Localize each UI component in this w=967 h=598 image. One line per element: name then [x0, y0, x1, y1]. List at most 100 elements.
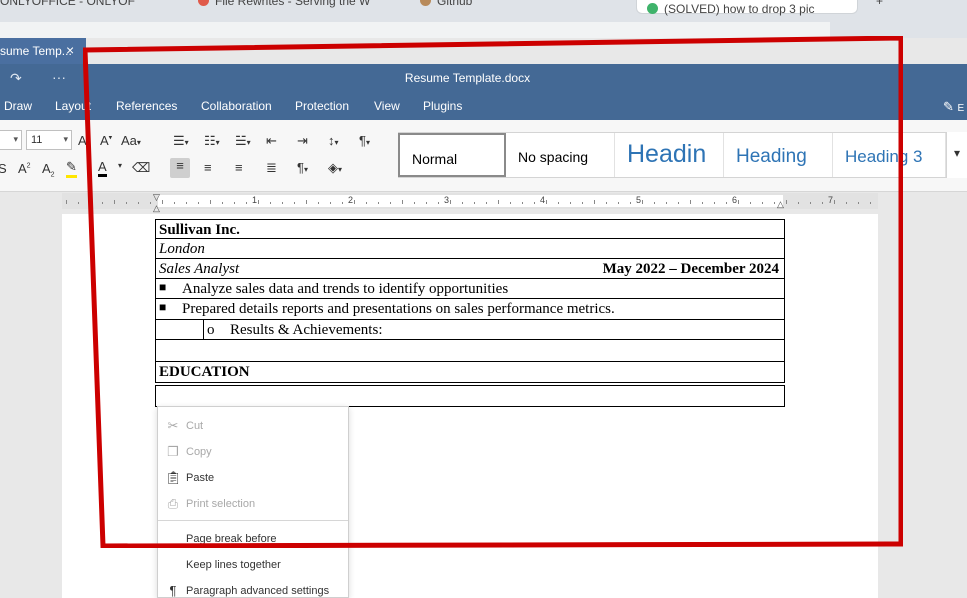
chevron-down-icon[interactable]: ▾	[118, 161, 122, 170]
menu-item-copy[interactable]: ❐ Copy	[158, 441, 348, 463]
font-size-combo[interactable]: 11 ▾	[26, 130, 72, 150]
browser-tab-label: File Rewrites - Serving the W	[215, 0, 371, 8]
company-name: Sullivan Inc.	[159, 222, 240, 238]
document-tab[interactable]: sume Temp... ×	[0, 38, 86, 64]
right-indent-marker-icon[interactable]: △	[777, 199, 784, 210]
browser-tab-active[interactable]: (SOLVED) how to drop 3 pic	[636, 0, 858, 16]
ruler-tick	[366, 202, 367, 204]
strikethrough-icon[interactable]: S	[0, 161, 7, 176]
table-row[interactable]: EDUCATION	[155, 362, 785, 383]
font-name-combo[interactable]: ▾	[0, 130, 22, 150]
chevron-down-icon[interactable]: ▾	[946, 132, 967, 178]
menu-plugins[interactable]: Plugins	[423, 99, 462, 113]
menu-item-label: Print selection	[186, 498, 256, 510]
menu-collaboration[interactable]: Collaboration	[201, 99, 272, 113]
ruler-tick	[102, 202, 103, 204]
text-direction-icon[interactable]: ¶▾	[297, 160, 308, 175]
ruler-tick	[258, 200, 259, 204]
ruler-tick	[150, 202, 151, 204]
paste-icon: 📋︎	[165, 470, 182, 485]
menu-layout[interactable]: Layout	[55, 99, 91, 113]
menu-view[interactable]: View	[374, 99, 400, 113]
menu-item-keep-lines-together[interactable]: Keep lines together	[158, 554, 348, 576]
align-left-icon[interactable]: ≡	[170, 158, 190, 178]
font-color-icon[interactable]: A	[98, 159, 107, 177]
ruler-tick	[858, 202, 859, 204]
menu-item-label: Paste	[186, 472, 215, 484]
ruler-tick	[702, 202, 703, 204]
browser-tab[interactable]: Github	[420, 0, 472, 14]
toolbar: ▾ 11 ▾ A▴ A▾ Aa▾ ☰▾ ☷▾ ☱▾ ⇤ ⇥ ↕▾ ¶▾ S A2 …	[0, 120, 967, 192]
subscript-icon[interactable]: A2	[42, 161, 55, 179]
table-row[interactable]: Sales Analyst May 2022 – December 2024	[155, 259, 785, 279]
ruler-tick	[870, 202, 871, 204]
screen: ONLYOFFICE - ONLYOF File Rewrites - Serv…	[0, 0, 967, 598]
menu-item-page-break-before[interactable]: Page break before	[158, 528, 348, 550]
browser-tab[interactable]: File Rewrites - Serving the W	[198, 0, 370, 14]
browser-tab[interactable]: ONLYOFFICE - ONLYOF	[0, 0, 135, 14]
clear-formatting-icon[interactable]: ⌫	[132, 160, 150, 176]
paragraph-icon: ¶	[169, 583, 177, 598]
cell-divider	[203, 320, 204, 339]
edit-icon[interactable]: ✎ E	[943, 99, 964, 115]
ruler-tick	[738, 200, 739, 204]
decrease-font-icon[interactable]: A▾	[100, 133, 112, 148]
style-label: Headin	[627, 140, 707, 168]
menu-item-print-selection[interactable]: ⎙ Print selection	[158, 493, 348, 515]
style-heading-2[interactable]: Heading	[724, 133, 833, 177]
justify-icon[interactable]: ≣	[266, 160, 277, 176]
new-tab-button[interactable]: +	[876, 0, 883, 14]
change-case-icon[interactable]: Aa▾	[121, 133, 141, 148]
increase-font-icon[interactable]: A▴	[78, 133, 90, 148]
multilevel-list-icon[interactable]: ☱▾	[235, 133, 251, 149]
superscript-icon[interactable]: A2	[18, 161, 31, 176]
close-icon[interactable]: ×	[66, 42, 74, 58]
menu-item-paragraph-settings[interactable]: ¶ Paragraph advanced settings	[158, 580, 348, 598]
table-row[interactable]: Sullivan Inc.	[155, 219, 785, 239]
ruler-tick	[666, 202, 667, 204]
ruler-tick	[582, 202, 583, 204]
ruler-tick	[510, 202, 511, 204]
align-center-icon[interactable]: ≡	[204, 160, 212, 175]
menu-item-cut[interactable]: ✂ Cut	[158, 415, 348, 437]
style-heading-3[interactable]: Heading 3	[833, 133, 946, 177]
shading-icon[interactable]: ◈▾	[328, 160, 342, 176]
line-spacing-icon[interactable]: ↕▾	[328, 133, 339, 148]
ruler-tick	[378, 202, 379, 204]
menu-item-label: Keep lines together	[186, 559, 281, 571]
menu-item-paste[interactable]: 📋︎ Paste	[158, 467, 348, 489]
ruler-number: 5	[636, 195, 642, 205]
style-no-spacing[interactable]: No spacing	[506, 133, 615, 177]
address-bar[interactable]	[0, 22, 830, 38]
ruler-tick	[546, 200, 547, 204]
print-icon: ⎙	[167, 496, 179, 511]
table-row[interactable]	[155, 385, 785, 407]
ruler-tick	[846, 202, 847, 204]
align-right-icon[interactable]: ≡	[235, 160, 243, 175]
ruler-tick	[474, 202, 475, 204]
bullet-list-icon[interactable]: ☰▾	[173, 133, 189, 149]
paragraph-marks-icon[interactable]: ¶▾	[359, 133, 370, 148]
ruler-tick	[426, 202, 427, 204]
ruler-tick	[186, 202, 187, 204]
table-row[interactable]: London	[155, 239, 785, 259]
ruler-number: 3	[444, 195, 450, 205]
ruler-tick	[486, 202, 487, 204]
table-row[interactable]: o Results & Achievements:	[155, 320, 785, 340]
table-row[interactable]: ■ Prepared details reports and presentat…	[155, 299, 785, 320]
browser-tab-label: (SOLVED) how to drop 3 pic	[664, 2, 815, 16]
style-normal[interactable]: Normal	[398, 133, 506, 177]
table-row[interactable]	[155, 340, 785, 362]
indent-marker-icon[interactable]: ▽ △	[153, 192, 160, 214]
menu-protection[interactable]: Protection	[295, 99, 349, 113]
ruler-tick	[726, 202, 727, 204]
numbered-list-icon[interactable]: ☷▾	[204, 133, 220, 149]
decrease-indent-icon[interactable]: ⇤	[266, 133, 277, 149]
table-row[interactable]: ■ Analyze sales data and trends to ident…	[155, 279, 785, 299]
ruler-tick	[126, 202, 127, 204]
highlight-color-icon[interactable]: ✎	[66, 159, 77, 178]
menu-references[interactable]: References	[116, 99, 177, 113]
style-heading-1[interactable]: Headin	[615, 133, 724, 177]
menu-draw[interactable]: Draw	[4, 99, 32, 113]
increase-indent-icon[interactable]: ⇥	[297, 133, 308, 149]
